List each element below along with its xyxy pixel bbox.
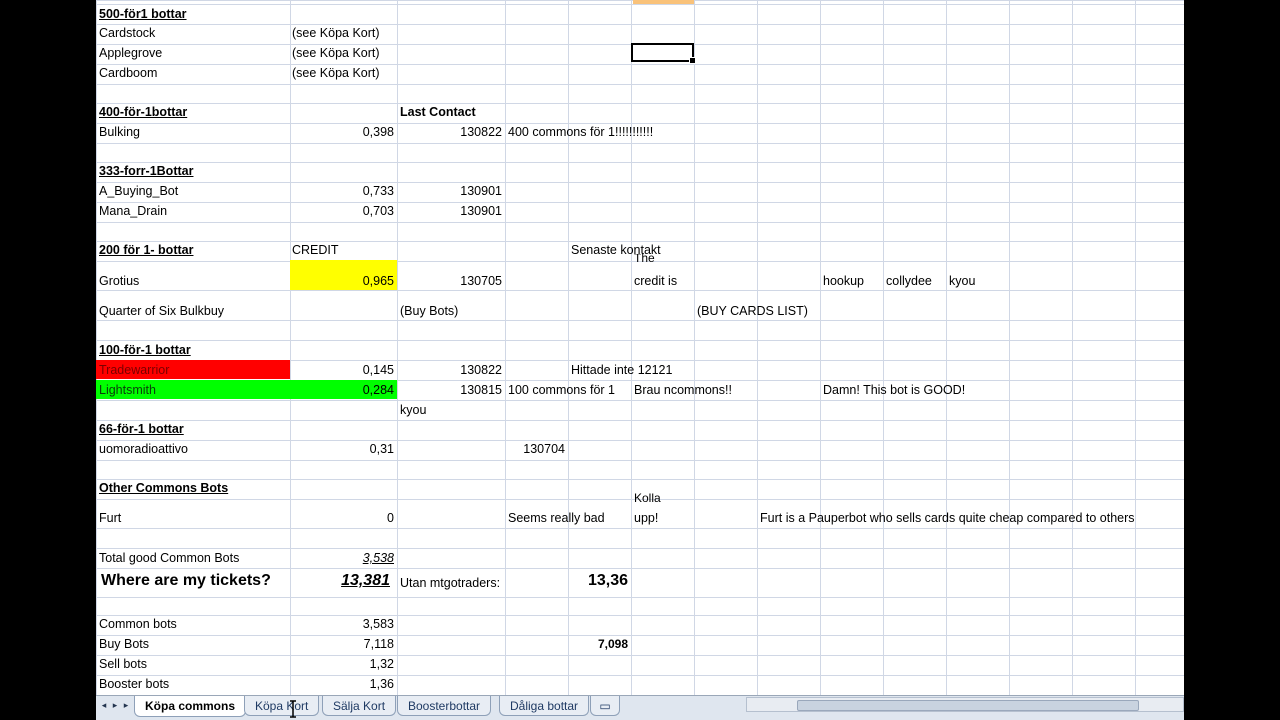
bot-name: Cardstock bbox=[99, 26, 156, 40]
heading-100: 100-för-1 bottar bbox=[99, 343, 191, 357]
note: (see Köpa Kort) bbox=[292, 66, 380, 80]
summary-value: 1,36 bbox=[369, 677, 394, 691]
first-sheet-arrow-icon[interactable]: ◂ bbox=[99, 699, 109, 711]
note: (see Köpa Kort) bbox=[292, 26, 380, 40]
summary-label: Sell bots bbox=[99, 657, 147, 671]
note: upp! bbox=[634, 511, 659, 525]
heading-500: 500-för1 bottar bbox=[99, 7, 187, 21]
note: credit is bbox=[634, 274, 678, 288]
value-cell: 0,733 bbox=[362, 184, 394, 198]
note: hookup bbox=[823, 274, 865, 288]
spreadsheet-grid[interactable]: 500-för1 bottar Cardstock (see Köpa Kort… bbox=[96, 0, 1184, 695]
note: Damn! This bot is GOOD! bbox=[823, 383, 966, 397]
heading-400: 400-för-1bottar bbox=[99, 105, 188, 119]
bot-name: Bulking bbox=[99, 125, 140, 139]
bot-name: Applegrove bbox=[99, 46, 163, 60]
heading-200: 200 för 1- bottar bbox=[99, 243, 194, 257]
tab-kopa-kort[interactable]: Köpa Kort bbox=[244, 696, 320, 716]
value-cell: 0,965 bbox=[362, 274, 394, 288]
note: kyou bbox=[400, 403, 427, 417]
value-cell: 0,398 bbox=[362, 125, 394, 139]
note: Hittade inte 12121 bbox=[571, 363, 673, 377]
active-cell-selection[interactable] bbox=[631, 43, 696, 64]
column-header-last-contact: Last Contact bbox=[400, 105, 476, 119]
total-value: 3,538 bbox=[362, 551, 394, 565]
bot-name: Grotius bbox=[99, 274, 140, 288]
insert-sheet-icon[interactable]: ▭ bbox=[590, 696, 620, 716]
note: kyou bbox=[949, 274, 976, 288]
date-cell: 130901 bbox=[460, 204, 502, 218]
note: The bbox=[634, 254, 655, 262]
summary-value-alt: 7,098 bbox=[597, 637, 628, 651]
tab-boosterbottar[interactable]: Boosterbottar bbox=[397, 696, 492, 716]
value-cell: 0,703 bbox=[362, 204, 394, 218]
next-sheet-arrow-icon[interactable]: ▸ bbox=[121, 699, 131, 711]
note: 100 commons för 1 bbox=[508, 383, 615, 397]
note: collydee bbox=[886, 274, 932, 288]
last-sheet-arrow-icon[interactable]: ▸ bbox=[110, 699, 120, 711]
date-cell: 130901 bbox=[460, 184, 502, 198]
column-header-credit: CREDIT bbox=[292, 243, 339, 257]
bot-name: Lightsmith bbox=[99, 383, 156, 397]
value-cell: 0,284 bbox=[362, 383, 394, 397]
horizontal-scrollbar[interactable] bbox=[746, 697, 1184, 712]
summary-value: 7,118 bbox=[363, 637, 394, 651]
note: Furt is a Pauperbot who sells cards quit… bbox=[760, 511, 1135, 525]
date-cell: 130822 bbox=[460, 125, 502, 139]
bot-name: Furt bbox=[99, 511, 122, 525]
tickets-label: Where are my tickets? bbox=[101, 573, 271, 589]
bot-name: Tradewarrior bbox=[99, 363, 170, 377]
value-cell: 0 bbox=[387, 511, 394, 525]
note: (Buy Bots) bbox=[400, 304, 459, 318]
summary-label: Common bots bbox=[99, 617, 177, 631]
tab-daliga-bottar[interactable]: Dåliga bottar bbox=[499, 696, 590, 716]
note: Seems really bad bbox=[508, 511, 605, 525]
mouse-pointer-icon bbox=[290, 700, 296, 718]
summary-value: 3,583 bbox=[362, 617, 394, 631]
value-cell: 0,31 bbox=[369, 442, 394, 456]
tab-salja-kort[interactable]: Sälja Kort bbox=[322, 696, 397, 716]
tab-kopa-commons[interactable]: Köpa commons bbox=[134, 696, 247, 717]
note: Kolla bbox=[634, 493, 661, 503]
heading-333: 333-forr-1Bottar bbox=[99, 164, 194, 178]
date-cell: 130704 bbox=[523, 442, 565, 456]
scrollbar-thumb[interactable] bbox=[797, 700, 1139, 711]
value-cell: 0,145 bbox=[362, 363, 394, 377]
gridlines bbox=[96, 0, 1184, 695]
note: Brau ncommons!! bbox=[634, 383, 732, 397]
note: (BUY CARDS LIST) bbox=[697, 304, 808, 318]
sheet-tab-bar: ◂ ▸ ▸ Köpa commons Köpa Kort Sälja Kort … bbox=[96, 695, 1184, 720]
bot-name: uomoradioattivo bbox=[99, 442, 188, 456]
heading-66: 66-för-1 bottar bbox=[99, 422, 184, 436]
date-cell: 130822 bbox=[460, 363, 502, 377]
utan-value: 13,36 bbox=[587, 572, 628, 589]
orange-fill-cell bbox=[633, 0, 694, 4]
heading-other: Other Commons Bots bbox=[99, 481, 229, 495]
bot-name: Quarter of Six Bulkbuy bbox=[99, 304, 225, 318]
bot-name: Mana_Drain bbox=[99, 204, 168, 218]
total-label: Total good Common Bots bbox=[99, 551, 240, 565]
date-cell: 130705 bbox=[460, 274, 502, 288]
tickets-value: 13,381 bbox=[341, 572, 390, 589]
note: 400 commons för 1!!!!!!!!!!! bbox=[508, 125, 654, 139]
date-cell: 130815 bbox=[460, 383, 502, 397]
summary-label: Booster bots bbox=[99, 677, 170, 691]
summary-value: 1,32 bbox=[369, 657, 394, 671]
bot-name: A_Buying_Bot bbox=[99, 184, 179, 198]
bot-name: Cardboom bbox=[99, 66, 158, 80]
utan-label: Utan mtgotraders: bbox=[400, 576, 501, 590]
fill-handle[interactable] bbox=[689, 57, 696, 64]
summary-label: Buy Bots bbox=[99, 637, 150, 651]
note: (see Köpa Kort) bbox=[292, 46, 380, 60]
